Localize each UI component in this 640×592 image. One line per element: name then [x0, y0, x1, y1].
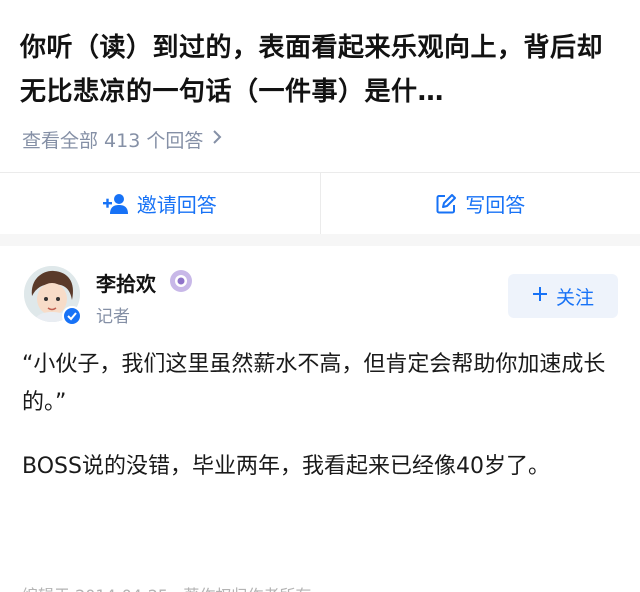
question-action-bar: 邀请回答 写回答 — [0, 172, 640, 235]
follow-label: 关注 — [555, 286, 594, 309]
invite-user-icon — [102, 193, 129, 215]
answer-card: 李拾欢 记者 关注 “小伙子，我们这里虽然薪水不高，但肯定会帮助你加速成长的。”… — [0, 246, 640, 592]
section-divider — [0, 234, 640, 246]
verified-badge-icon — [62, 306, 82, 326]
answer-paragraph: BOSS说的没错，毕业两年，我看起来已经像40岁了。 — [22, 454, 550, 479]
invite-answer-button[interactable]: 邀请回答 — [0, 173, 320, 234]
write-answer-button[interactable]: 写回答 — [321, 173, 640, 234]
question-header: 你听（读）到过的，表面看起来乐观向上，背后却无比悲凉的一句话（一件事）是什… 查… — [0, 0, 640, 172]
view-all-label: 查看全部 413 个回答 — [22, 130, 204, 152]
answer-paragraph: “小伙子，我们这里虽然薪水不高，但肯定会帮助你加速成长的。” — [22, 352, 606, 415]
invite-answer-label: 邀请回答 — [136, 193, 217, 217]
author-name[interactable]: 李拾欢 — [96, 268, 156, 297]
answer-content: “小伙子，我们这里虽然薪水不高，但肯定会帮助你加速成长的。” BOSS说的没错，… — [22, 346, 620, 512]
author-title: 记者 — [96, 307, 130, 327]
write-answer-label: 写回答 — [465, 193, 526, 217]
edit-info: 编辑于 2014-04-25 · 著作权归作者所有 — [22, 582, 311, 592]
view-all-answers-link[interactable]: 查看全部 413 个回答 — [22, 126, 223, 153]
plus-icon — [532, 285, 548, 307]
follow-button[interactable]: 关注 — [508, 274, 618, 318]
author-level-badge-icon — [170, 270, 192, 292]
question-title[interactable]: 你听（读）到过的，表面看起来乐观向上，背后却无比悲凉的一句话（一件事）是什… — [20, 26, 620, 114]
edit-pencil-icon — [435, 193, 457, 215]
chevron-right-icon — [211, 128, 223, 151]
